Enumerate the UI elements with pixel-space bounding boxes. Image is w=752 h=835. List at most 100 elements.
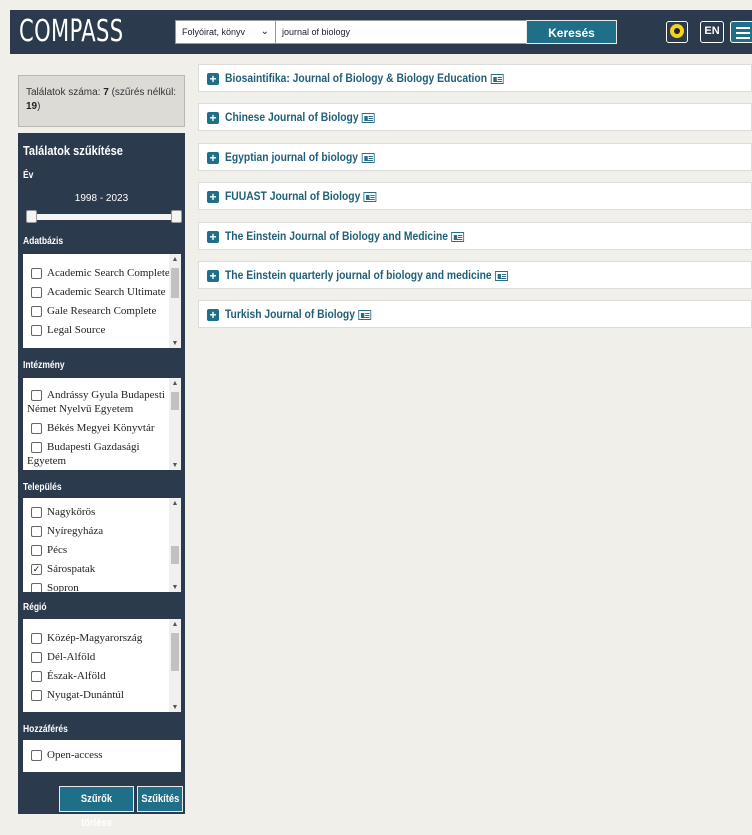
logo[interactable]: COMPASS [19, 14, 124, 50]
result-item[interactable]: + Egyptian journal of biology [198, 143, 752, 171]
database-list[interactable]: Academic Search Complete Academic Search… [23, 254, 181, 348]
accessibility-button[interactable] [666, 21, 688, 43]
journal-icon [495, 270, 508, 281]
scroll-up-icon[interactable]: ▲ [169, 254, 181, 264]
scrollbar[interactable]: ▲ ▼ [169, 254, 181, 348]
institution-item[interactable]: Békés Megyei Könyvtár [23, 419, 181, 438]
result-count-label: Találatok száma: [26, 87, 104, 98]
year-slider-max-handle[interactable] [171, 210, 182, 223]
checkbox[interactable] [31, 545, 42, 556]
checkbox[interactable] [31, 526, 42, 537]
region-item[interactable]: Nyugat-Dunántúl [23, 686, 181, 705]
search-input[interactable]: journal of biology [275, 20, 527, 44]
scroll-thumb[interactable] [171, 633, 179, 671]
result-item[interactable]: + Biosaintifika: Journal of Biology & Bi… [198, 64, 752, 92]
access-label: Hozzáférés [23, 724, 68, 735]
year-label: Év [23, 170, 34, 181]
city-list[interactable]: Nagykőrös Nyíregyháza Pécs ✓ Sárospatak S… [23, 498, 181, 592]
institution-item[interactable]: Andrássy Gyula Budapesti Német Nyelvű Eg… [23, 386, 181, 419]
result-title[interactable]: The Einstein quarterly journal of biolog… [225, 268, 492, 282]
checkbox[interactable] [31, 423, 42, 434]
scroll-thumb[interactable] [171, 268, 179, 298]
year-slider-min-handle[interactable] [26, 210, 37, 223]
access-item[interactable]: Open-access [23, 746, 181, 765]
city-item[interactable]: ✓ Sárospatak [23, 560, 181, 579]
access-list[interactable]: Open-access [23, 740, 181, 772]
scroll-down-icon[interactable]: ▼ [169, 702, 181, 712]
checkbox[interactable] [31, 325, 42, 336]
scroll-up-icon[interactable]: ▲ [169, 619, 181, 629]
checkbox[interactable] [31, 507, 42, 518]
checkbox[interactable] [31, 690, 42, 701]
result-item[interactable]: + FUUAST Journal of Biology [198, 182, 752, 210]
institution-list[interactable]: Andrássy Gyula Budapesti Német Nyelvű Eg… [23, 378, 181, 470]
region-label-text: Közép-Magyarország [47, 632, 143, 644]
expand-icon[interactable]: + [207, 231, 219, 243]
institution-item[interactable]: Budapesti Gazdasági Egyetem [23, 438, 181, 470]
type-select[interactable]: Folyóirat, könyv ⌄ [175, 20, 276, 44]
result-item[interactable]: + Turkish Journal of Biology [198, 300, 752, 328]
checkbox[interactable] [31, 750, 42, 761]
expand-icon[interactable]: + [207, 152, 219, 164]
result-count-total: 19 [26, 101, 38, 112]
expand-icon[interactable]: + [207, 270, 219, 282]
year-slider[interactable] [27, 214, 178, 220]
database-label-text: Academic Search Complete [47, 267, 170, 279]
expand-icon[interactable]: + [207, 309, 219, 321]
journal-icon [361, 152, 375, 163]
language-button[interactable]: EN [700, 21, 724, 43]
checkbox[interactable] [31, 442, 42, 453]
city-item[interactable]: Sopron [23, 579, 181, 592]
scroll-down-icon[interactable]: ▼ [169, 460, 181, 470]
scroll-down-icon[interactable]: ▼ [169, 582, 181, 592]
database-item[interactable]: Academic Search Ultimate [23, 283, 181, 302]
result-title[interactable]: Turkish Journal of Biology [225, 307, 355, 321]
clear-filters-button[interactable]: Szűrők törlése [59, 786, 134, 829]
database-item[interactable]: Legal Source [23, 321, 181, 340]
access-label-text: Open-access [47, 749, 103, 761]
checkbox[interactable] [31, 652, 42, 663]
checkbox[interactable] [31, 306, 42, 317]
result-item[interactable]: + The Einstein quarterly journal of biol… [198, 261, 752, 289]
result-title[interactable]: FUUAST Journal of Biology [225, 189, 360, 203]
scroll-thumb[interactable] [171, 546, 179, 564]
city-item[interactable]: Pécs [23, 541, 181, 560]
scrollbar[interactable]: ▲ ▼ [169, 619, 181, 712]
apply-filters-button[interactable]: Szűkítés [137, 786, 183, 812]
expand-icon[interactable]: + [207, 191, 219, 203]
database-item[interactable]: Academic Search Complete [23, 264, 181, 283]
menu-button[interactable] [730, 21, 752, 43]
result-item[interactable]: + The Einstein Journal of Biology and Me… [198, 222, 752, 250]
checkbox[interactable] [31, 583, 42, 592]
scroll-up-icon[interactable]: ▲ [169, 498, 181, 508]
scroll-up-icon[interactable]: ▲ [169, 378, 181, 388]
region-item[interactable]: Közép-Magyarország [23, 629, 181, 648]
result-title[interactable]: Chinese Journal of Biology [225, 110, 359, 124]
region-item[interactable]: Dél-Alföld [23, 648, 181, 667]
city-item[interactable]: Nyíregyháza [23, 522, 181, 541]
scrollbar[interactable]: ▲ ▼ [169, 498, 181, 592]
database-item[interactable]: Gale Research Complete [23, 302, 181, 321]
scrollbar[interactable]: ▲ ▼ [169, 378, 181, 470]
scroll-thumb[interactable] [171, 392, 179, 410]
result-item[interactable]: + Chinese Journal of Biology [198, 103, 752, 131]
region-item[interactable]: Észak-Alföld [23, 667, 181, 686]
expand-icon[interactable]: + [207, 73, 219, 85]
checkbox-checked[interactable]: ✓ [31, 564, 42, 575]
result-title[interactable]: The Einstein Journal of Biology and Medi… [225, 229, 448, 243]
search-button[interactable]: Keresés [526, 20, 617, 44]
checkbox[interactable] [31, 633, 42, 644]
journal-icon [362, 112, 375, 123]
hamburger-icon [736, 27, 750, 39]
city-item[interactable]: Nagykőrös [23, 503, 181, 522]
result-title[interactable]: Egyptian journal of biology [225, 150, 358, 164]
checkbox[interactable] [31, 671, 42, 682]
region-label-text: Dél-Alföld [47, 651, 96, 663]
region-list[interactable]: Közép-Magyarország Dél-Alföld Észak-Alfö… [23, 619, 181, 712]
scroll-down-icon[interactable]: ▼ [169, 338, 181, 348]
result-title[interactable]: Biosaintifika: Journal of Biology & Biol… [225, 71, 487, 85]
checkbox[interactable] [31, 268, 42, 279]
expand-icon[interactable]: + [207, 112, 219, 124]
checkbox[interactable] [31, 390, 42, 401]
checkbox[interactable] [31, 287, 42, 298]
